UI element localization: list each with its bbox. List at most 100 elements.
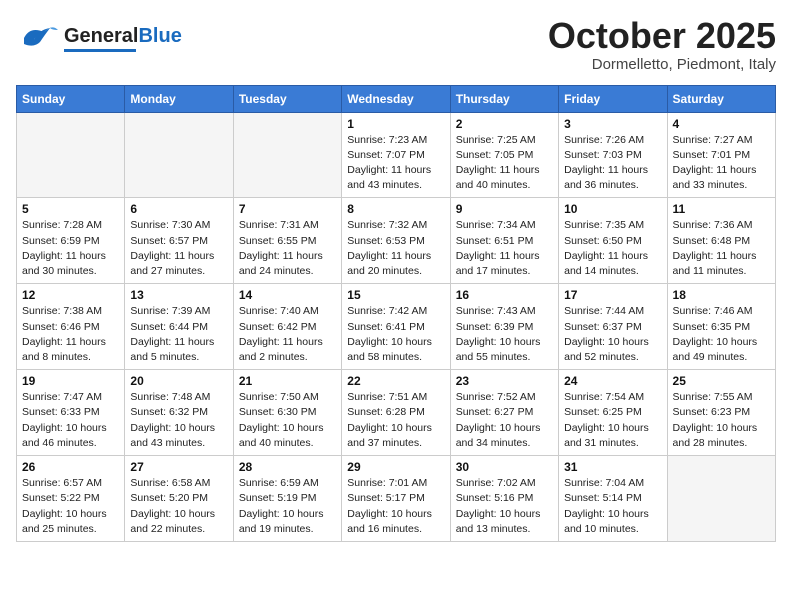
day-info: Sunrise: 7:28 AMSunset: 6:59 PMDaylight:…	[22, 218, 119, 279]
title-block: October 2025 Dormelletto, Piedmont, Ital…	[548, 16, 776, 73]
table-row: 12 Sunrise: 7:38 AMSunset: 6:46 PMDayligh…	[17, 284, 125, 370]
table-row: 19Sunrise: 7:47 AMSunset: 6:33 PMDayligh…	[17, 370, 125, 456]
day-number: 27	[130, 460, 227, 474]
day-number: 18	[673, 288, 770, 302]
day-info: Sunrise: 7:46 AMSunset: 6:35 PMDaylight:…	[673, 304, 770, 365]
day-number: 2	[456, 117, 553, 131]
table-row: 13Sunrise: 7:39 AMSunset: 6:44 PMDayligh…	[125, 284, 233, 370]
table-row: 8 Sunrise: 7:32 AMSunset: 6:53 PMDaylight…	[342, 198, 450, 284]
day-info: Sunrise: 7:27 AMSunset: 7:01 PMDaylight:…	[673, 133, 770, 194]
day-number: 17	[564, 288, 661, 302]
day-number: 19	[22, 374, 119, 388]
day-number: 14	[239, 288, 336, 302]
day-info: Sunrise: 7:43 AMSunset: 6:39 PMDaylight:…	[456, 304, 553, 365]
day-number: 8	[347, 202, 444, 216]
day-info: Sunrise: 7:38 AMSunset: 6:46 PMDaylight:…	[22, 304, 119, 365]
table-row: 24 Sunrise: 7:54 AMSunset: 6:25 PMDayligh…	[559, 370, 667, 456]
day-info: Sunrise: 6:58 AMSunset: 5:20 PMDaylight:…	[130, 476, 227, 537]
day-info: Sunrise: 7:44 AMSunset: 6:37 PMDaylight:…	[564, 304, 661, 365]
table-row: 27 Sunrise: 6:58 AMSunset: 5:20 PMDayligh…	[125, 456, 233, 542]
day-info: Sunrise: 7:52 AMSunset: 6:27 PMDaylight:…	[456, 390, 553, 451]
day-info: Sunrise: 7:36 AMSunset: 6:48 PMDaylight:…	[673, 218, 770, 279]
calendar-week-row: 19Sunrise: 7:47 AMSunset: 6:33 PMDayligh…	[17, 370, 776, 456]
logo-blue: Blue	[138, 25, 181, 47]
table-row: 17 Sunrise: 7:44 AMSunset: 6:37 PMDayligh…	[559, 284, 667, 370]
day-info: Sunrise: 7:42 AMSunset: 6:41 PMDaylight:…	[347, 304, 444, 365]
day-number: 23	[456, 374, 553, 388]
day-number: 4	[673, 117, 770, 131]
day-info: Sunrise: 7:40 AMSunset: 6:42 PMDaylight:…	[239, 304, 336, 365]
table-row: 21 Sunrise: 7:50 AMSunset: 6:30 PMDayligh…	[233, 370, 341, 456]
header-thursday: Thursday	[450, 85, 558, 112]
day-number: 1	[347, 117, 444, 131]
day-number: 30	[456, 460, 553, 474]
calendar-week-row: 12 Sunrise: 7:38 AMSunset: 6:46 PMDayligh…	[17, 284, 776, 370]
day-info: Sunrise: 7:01 AMSunset: 5:17 PMDaylight:…	[347, 476, 444, 537]
table-row: 15 Sunrise: 7:42 AMSunset: 6:41 PMDayligh…	[342, 284, 450, 370]
table-row: 14 Sunrise: 7:40 AMSunset: 6:42 PMDayligh…	[233, 284, 341, 370]
table-row: 28 Sunrise: 6:59 AMSunset: 5:19 PMDayligh…	[233, 456, 341, 542]
table-row: 6 Sunrise: 7:30 AMSunset: 6:57 PMDaylight…	[125, 198, 233, 284]
day-number: 26	[22, 460, 119, 474]
table-row: 23 Sunrise: 7:52 AMSunset: 6:27 PMDayligh…	[450, 370, 558, 456]
header-saturday: Saturday	[667, 85, 775, 112]
day-number: 20	[130, 374, 227, 388]
day-info: Sunrise: 7:54 AMSunset: 6:25 PMDaylight:…	[564, 390, 661, 451]
day-number: 5	[22, 202, 119, 216]
day-number: 7	[239, 202, 336, 216]
day-info: Sunrise: 7:02 AMSunset: 5:16 PMDaylight:…	[456, 476, 553, 537]
table-row: 3 Sunrise: 7:26 AMSunset: 7:03 PMDaylight…	[559, 112, 667, 198]
day-info: Sunrise: 7:51 AMSunset: 6:28 PMDaylight:…	[347, 390, 444, 451]
table-row: 29 Sunrise: 7:01 AMSunset: 5:17 PMDayligh…	[342, 456, 450, 542]
table-row	[233, 112, 341, 198]
table-row: 2 Sunrise: 7:25 AMSunset: 7:05 PMDaylight…	[450, 112, 558, 198]
day-number: 24	[564, 374, 661, 388]
table-row: 30 Sunrise: 7:02 AMSunset: 5:16 PMDayligh…	[450, 456, 558, 542]
table-row: 18 Sunrise: 7:46 AMSunset: 6:35 PMDayligh…	[667, 284, 775, 370]
table-row: 10 Sunrise: 7:35 AMSunset: 6:50 PMDayligh…	[559, 198, 667, 284]
location: Dormelletto, Piedmont, Italy	[548, 56, 776, 73]
day-info: Sunrise: 7:30 AMSunset: 6:57 PMDaylight:…	[130, 218, 227, 279]
day-number: 22	[347, 374, 444, 388]
day-number: 28	[239, 460, 336, 474]
page-header: GeneralBlue October 2025 Dormelletto, Pi…	[16, 16, 776, 73]
day-info: Sunrise: 7:32 AMSunset: 6:53 PMDaylight:…	[347, 218, 444, 279]
day-number: 25	[673, 374, 770, 388]
day-number: 13	[130, 288, 227, 302]
header-friday: Friday	[559, 85, 667, 112]
day-info: Sunrise: 7:55 AMSunset: 6:23 PMDaylight:…	[673, 390, 770, 451]
table-row: 7Sunrise: 7:31 AMSunset: 6:55 PMDaylight…	[233, 198, 341, 284]
logo-text: GeneralBlue	[64, 25, 182, 52]
day-number: 10	[564, 202, 661, 216]
day-info: Sunrise: 7:35 AMSunset: 6:50 PMDaylight:…	[564, 218, 661, 279]
table-row: 26Sunrise: 6:57 AMSunset: 5:22 PMDayligh…	[17, 456, 125, 542]
day-info: Sunrise: 7:50 AMSunset: 6:30 PMDaylight:…	[239, 390, 336, 451]
table-row: 20 Sunrise: 7:48 AMSunset: 6:32 PMDayligh…	[125, 370, 233, 456]
logo-icon	[16, 16, 60, 60]
day-info: Sunrise: 7:26 AMSunset: 7:03 PMDaylight:…	[564, 133, 661, 194]
table-row: 1Sunrise: 7:23 AMSunset: 7:07 PMDaylight…	[342, 112, 450, 198]
day-info: Sunrise: 7:04 AMSunset: 5:14 PMDaylight:…	[564, 476, 661, 537]
day-info: Sunrise: 7:25 AMSunset: 7:05 PMDaylight:…	[456, 133, 553, 194]
day-number: 29	[347, 460, 444, 474]
calendar-week-row: 5 Sunrise: 7:28 AMSunset: 6:59 PMDaylight…	[17, 198, 776, 284]
table-row: 5 Sunrise: 7:28 AMSunset: 6:59 PMDaylight…	[17, 198, 125, 284]
day-number: 3	[564, 117, 661, 131]
day-info: Sunrise: 7:48 AMSunset: 6:32 PMDaylight:…	[130, 390, 227, 451]
calendar-header-row: Sunday Monday Tuesday Wednesday Thursday…	[17, 85, 776, 112]
table-row: 11Sunrise: 7:36 AMSunset: 6:48 PMDayligh…	[667, 198, 775, 284]
table-row: 31Sunrise: 7:04 AMSunset: 5:14 PMDayligh…	[559, 456, 667, 542]
day-number: 15	[347, 288, 444, 302]
day-info: Sunrise: 7:34 AMSunset: 6:51 PMDaylight:…	[456, 218, 553, 279]
table-row: 25 Sunrise: 7:55 AMSunset: 6:23 PMDayligh…	[667, 370, 775, 456]
header-tuesday: Tuesday	[233, 85, 341, 112]
day-number: 12	[22, 288, 119, 302]
day-number: 16	[456, 288, 553, 302]
logo-general: General	[64, 25, 138, 47]
calendar-week-row: 26Sunrise: 6:57 AMSunset: 5:22 PMDayligh…	[17, 456, 776, 542]
day-info: Sunrise: 6:59 AMSunset: 5:19 PMDaylight:…	[239, 476, 336, 537]
table-row: 9Sunrise: 7:34 AMSunset: 6:51 PMDaylight…	[450, 198, 558, 284]
table-row	[125, 112, 233, 198]
day-number: 6	[130, 202, 227, 216]
day-number: 21	[239, 374, 336, 388]
